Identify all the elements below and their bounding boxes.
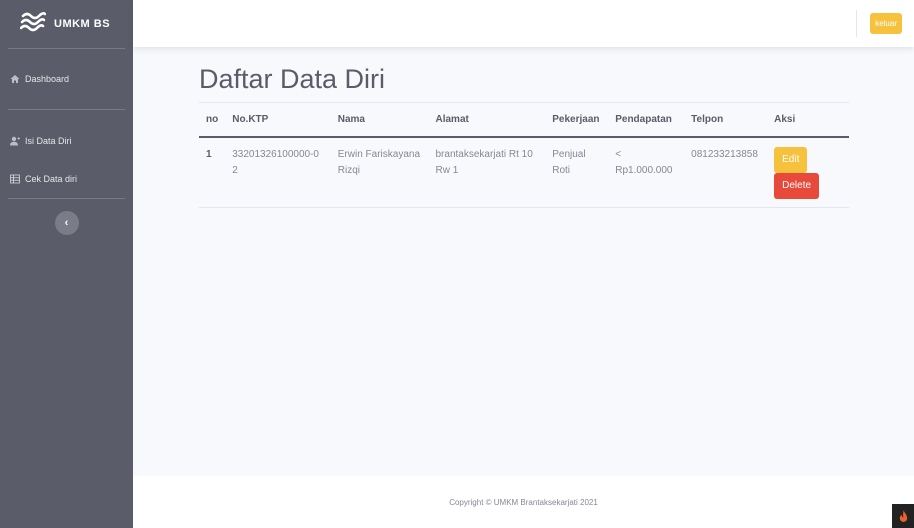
- sidebar-item-label: Dashboard: [25, 74, 70, 84]
- sidebar-item-isi-data-diri[interactable]: Isi Data Diri: [0, 122, 133, 160]
- cell-aksi: Edit Delete: [767, 136, 849, 208]
- cell-ktp: 33201326100000-02: [225, 136, 331, 208]
- column-header: Telpon: [684, 102, 768, 138]
- column-header: Pendapatan: [608, 102, 685, 138]
- logout-button[interactable]: keluar: [870, 13, 902, 34]
- copyright-text: Copyright © UMKM Brantaksekarjati 2021: [449, 497, 598, 507]
- user-add-icon: [10, 136, 20, 146]
- sidebar: UMKM BS Dashboard Isi Data Diri Cek Data…: [0, 0, 133, 528]
- cell-alamat: brantaksekarjati Rt 10 Rw 1: [428, 136, 546, 208]
- cell-pekerjaan: Penjual Roti: [545, 136, 609, 208]
- column-header: Nama: [330, 102, 429, 138]
- topbar-divider: [856, 10, 857, 37]
- home-icon: [10, 74, 20, 84]
- table-icon: [10, 174, 20, 184]
- edit-button[interactable]: Edit: [774, 146, 808, 173]
- table-row: 1 33201326100000-02 Erwin Fariskayana Ri…: [199, 136, 849, 208]
- topbar: keluar: [133, 0, 914, 47]
- column-header: Aksi: [767, 102, 849, 138]
- cell-no: 1: [199, 136, 226, 208]
- sidebar-item-dashboard[interactable]: Dashboard: [0, 49, 133, 109]
- sidebar-toggle-button[interactable]: ‹: [54, 211, 79, 235]
- sidebar-item-cek-data-diri[interactable]: Cek Data diri: [0, 160, 133, 198]
- column-header: No.KTP: [225, 102, 331, 138]
- column-header: no: [199, 102, 226, 138]
- sidebar-item-label: Cek Data diri: [25, 174, 78, 184]
- page-title: Daftar Data Diri: [199, 64, 386, 94]
- delete-button[interactable]: Delete: [774, 172, 820, 199]
- column-header: Alamat: [428, 102, 546, 138]
- cell-pendapatan: < Rp1.000.000: [608, 136, 685, 208]
- brand-logo-icon: [19, 10, 47, 39]
- chevron-left-icon: ‹: [64, 217, 69, 229]
- sidebar-divider: [8, 198, 125, 199]
- column-header: Pekerjaan: [545, 102, 609, 138]
- brand-name: UMKM BS: [54, 18, 111, 30]
- main-content: Daftar Data Diri no No.KTP Nama Alamat P…: [133, 47, 914, 476]
- table-header-row: no No.KTP Nama Alamat Pekerjaan Pendapat…: [199, 102, 849, 138]
- brand-link[interactable]: UMKM BS: [0, 0, 133, 48]
- sidebar-item-label: Isi Data Diri: [25, 136, 72, 146]
- data-table: no No.KTP Nama Alamat Pekerjaan Pendapat…: [199, 102, 849, 208]
- cell-nama: Erwin Fariskayana Rizqi: [330, 136, 429, 208]
- footer: Copyright © UMKM Brantaksekarjati 2021: [133, 476, 914, 528]
- cell-telpon: 081233213858: [684, 136, 768, 208]
- flame-icon[interactable]: [892, 504, 914, 528]
